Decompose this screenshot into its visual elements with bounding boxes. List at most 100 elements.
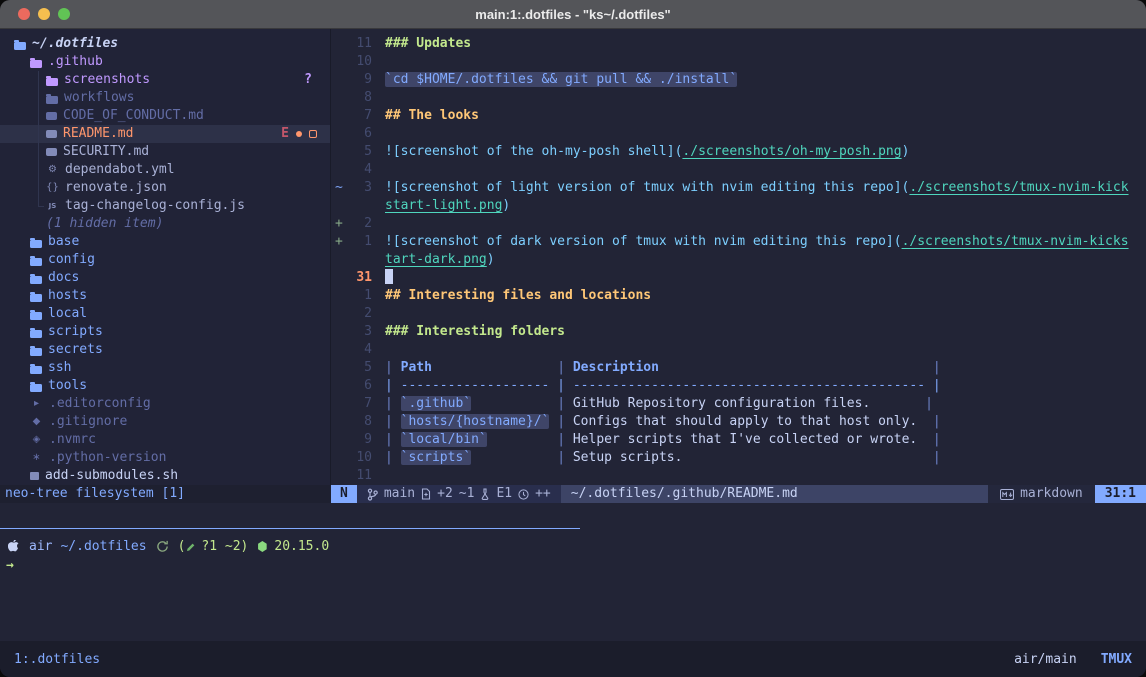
tree-item[interactable]: README.mdE [0, 125, 330, 143]
tree-item[interactable]: docs [0, 269, 330, 287]
editor-line[interactable]: 9| `local/bin` | Helper scripts that I'v… [331, 431, 1146, 449]
editor-line[interactable]: +1![screenshot of dark version of tmux w… [331, 233, 1146, 251]
git-changed-count: ~1 [459, 485, 475, 503]
text-segment: Helper scripts that I've collected or wr… [573, 432, 917, 447]
gutter-sign [331, 269, 350, 287]
tree-item[interactable]: workflows [0, 89, 330, 107]
editor-line[interactable]: 10| `scripts` | Setup scripts. | [331, 449, 1146, 467]
gutter-sign [331, 161, 350, 179]
tree-item[interactable]: SECURITY.md [0, 143, 330, 161]
status-row: neo-tree filesystem [1] N main +2 ~1 E1 [0, 485, 1146, 503]
folder-icon [30, 348, 42, 356]
tree-item[interactable]: (1 hidden item) [0, 215, 330, 233]
tree-item[interactable]: {}renovate.json [0, 179, 330, 197]
editor-line[interactable]: 1## Interesting files and locations [331, 287, 1146, 305]
tree-item[interactable]: tools [0, 377, 330, 395]
file-tree: ~/.dotfiles.githubscreenshots?workflowsC… [0, 29, 330, 485]
git-ignore-icon: ◆ [30, 413, 43, 431]
file-path-text: ~/.dotfiles/.github/README.md [571, 485, 798, 503]
text-segment: ) [502, 198, 510, 213]
editor-line[interactable]: 7| `.github` | GitHub Repository configu… [331, 395, 1146, 413]
editor-line[interactable]: 11 [331, 467, 1146, 485]
editor-line[interactable]: 11### Updates [331, 35, 1146, 53]
line-number: 3 [350, 323, 372, 341]
line-text: ## Interesting files and locations [385, 287, 651, 305]
unstaged-square-icon [309, 130, 317, 138]
editor-line[interactable]: 31 [331, 269, 1146, 287]
editor-line[interactable]: 8| `hosts/{hostname}/` | Configs that sh… [331, 413, 1146, 431]
text-segment: | [917, 432, 940, 447]
tree-item[interactable]: hosts [0, 287, 330, 305]
tree-item[interactable]: .github [0, 53, 330, 71]
tree-item[interactable]: ~/.dotfiles [0, 35, 330, 53]
editor-line[interactable]: 5![screenshot of the oh-my-posh shell](.… [331, 143, 1146, 161]
editor-line[interactable]: 7## The looks [331, 107, 1146, 125]
tree-item[interactable]: screenshots? [0, 71, 330, 89]
mode-indicator: N [331, 485, 357, 503]
cursor-position: 31:1 [1095, 485, 1146, 503]
gutter-sign [331, 413, 350, 431]
tree-item-label: SECURITY.md [63, 143, 149, 161]
editor-line[interactable]: ~3![screenshot of light version of tmux … [331, 179, 1146, 197]
tmux-window-tab[interactable]: 1:.dotfiles [14, 652, 100, 667]
text-segment: | [487, 432, 573, 447]
minimize-button[interactable] [38, 8, 50, 20]
editor-line[interactable]: 2 [331, 305, 1146, 323]
editor-line[interactable]: 5| Path | Description | [331, 359, 1146, 377]
tree-item[interactable]: ssh [0, 359, 330, 377]
markdown-link: start-light.png [385, 198, 502, 213]
tree-item-label: hosts [48, 287, 87, 305]
gutter-sign [331, 395, 350, 413]
editor-line[interactable]: tart-dark.png) [331, 251, 1146, 269]
gutter-sign [331, 89, 350, 107]
tree-item[interactable]: ◆.gitignore [0, 413, 330, 431]
pending-marker: ++ [535, 485, 551, 503]
tree-item[interactable]: add-submodules.sh [0, 467, 330, 485]
editor-line[interactable]: 10 [331, 53, 1146, 71]
editor-line[interactable]: 6 [331, 125, 1146, 143]
editor-line[interactable]: 4 [331, 161, 1146, 179]
tree-item[interactable]: local [0, 305, 330, 323]
line-number: 3 [350, 179, 372, 197]
tree-item[interactable]: config [0, 251, 330, 269]
tree-item[interactable]: ∗.python-version [0, 449, 330, 467]
editor-line[interactable]: start-light.png) [331, 197, 1146, 215]
line-number: 5 [350, 143, 372, 161]
editor-buffer[interactable]: 11### Updates109`cd $HOME/.dotfiles && g… [331, 29, 1146, 485]
editor-line[interactable]: 6| ------------------- | ---------------… [331, 377, 1146, 395]
text-segment: Path [401, 360, 432, 375]
tree-item[interactable]: scripts [0, 323, 330, 341]
tree-item[interactable]: secrets [0, 341, 330, 359]
neo-tree-winbar: neo-tree filesystem [1] [0, 485, 331, 503]
editor-line[interactable]: 9`cd $HOME/.dotfiles && git pull && ./in… [331, 71, 1146, 89]
tree-item[interactable]: ◈.nvmrc [0, 431, 330, 449]
tmux-status-bar: 1:.dotfiles air/main TMUX [0, 641, 1146, 677]
tmux-session-name: air/main [1014, 652, 1077, 667]
tree-item[interactable]: ▸.editorconfig [0, 395, 330, 413]
folder-icon [14, 42, 26, 50]
text-cursor [385, 269, 393, 284]
git-sync-icon [156, 540, 169, 553]
gutter-sign: ~ [331, 179, 350, 197]
editor-line[interactable]: 4 [331, 341, 1146, 359]
tree-item[interactable]: JStag-changelog-config.js [0, 197, 330, 215]
tree-item[interactable]: CODE_OF_CONDUCT.md [0, 107, 330, 125]
close-button[interactable] [18, 8, 30, 20]
shell-pane[interactable]: air ~/.dotfiles (?1 ~2) 20.15.0 → [0, 529, 1146, 642]
tree-item[interactable]: base [0, 233, 330, 251]
tmux-label: TMUX [1101, 652, 1132, 667]
gutter-sign [331, 287, 350, 305]
tree-item[interactable]: ⚙dependabot.yml [0, 161, 330, 179]
editor-line[interactable]: +2 [331, 215, 1146, 233]
gutter-sign [331, 107, 350, 125]
tree-item-label: local [48, 305, 87, 323]
editor-line[interactable]: 3### Interesting folders [331, 323, 1146, 341]
gutter-sign [331, 71, 350, 89]
text-segment: | [471, 396, 573, 411]
editor-line[interactable]: 8 [331, 89, 1146, 107]
line-number: 9 [350, 431, 372, 449]
maximize-button[interactable] [58, 8, 70, 20]
line-number: 11 [350, 35, 372, 53]
tmux-right-status: air/main TMUX [1014, 652, 1132, 667]
text-segment: | [385, 396, 401, 411]
